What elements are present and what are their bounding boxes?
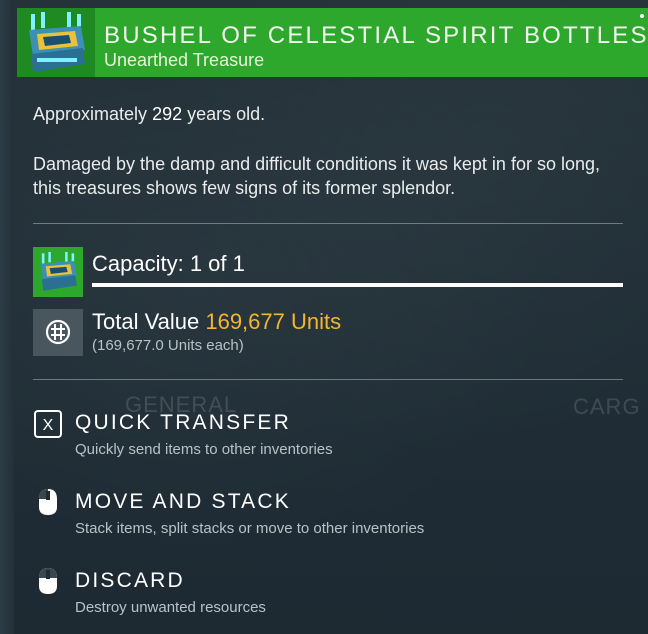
item-title: BUSHEL OF CELESTIAL SPIRIT BOTTLES [104,22,648,49]
total-value: Total Value 169,677 Units [92,309,341,335]
age-suffix: years old. [182,104,266,124]
divider-bottom [33,379,623,380]
unit-value-each: (169,677.0 Units each) [92,337,244,354]
background-label-cargo: CARG [573,394,641,419]
age-prefix: Approximately [33,104,153,124]
item-age: Approximately 292 years old. [33,104,265,125]
mouse-left-click-icon[interactable] [33,487,63,517]
item-description: Damaged by the damp and difficult condit… [33,154,600,198]
total-value-label: Total Value [92,309,206,334]
capacity-label: Capacity: 1 of 1 [92,251,245,276]
left-edge [0,0,14,634]
status-dot [640,14,644,18]
capacity-item-icon [33,247,83,297]
quick-transfer-action[interactable]: QUICK TRANSFER [75,411,291,435]
move-and-stack-action[interactable]: MOVE AND STACK [75,490,291,514]
units-currency-icon [33,309,83,356]
x-key-icon[interactable]: X [33,409,63,439]
discard-description: Destroy unwanted resources [75,599,266,616]
total-value-units: 169,677 Units [205,309,342,334]
age-value: 292 [152,104,183,124]
discard-action[interactable]: DISCARD [75,569,185,593]
mouse-hold-icon[interactable] [33,566,63,596]
item-header: BUSHEL OF CELESTIAL SPIRIT BOTTLES Unear… [17,8,648,77]
divider-top [33,223,623,224]
capacity-bar [92,283,623,287]
quick-transfer-description: Quickly send items to other inventories [75,441,333,458]
svg-text:X: X [43,417,54,434]
treasure-crate-icon [17,8,95,77]
move-and-stack-description: Stack items, split stacks or move to oth… [75,520,425,537]
item-category: Unearthed Treasure [104,50,265,70]
